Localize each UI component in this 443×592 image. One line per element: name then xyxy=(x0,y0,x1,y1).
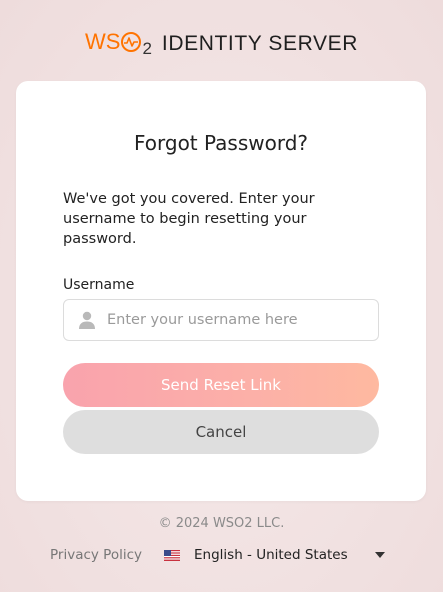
send-reset-link-button[interactable]: Send Reset Link xyxy=(63,363,379,407)
footer: Privacy Policy English - United States xyxy=(0,544,443,566)
username-input[interactable] xyxy=(107,312,378,328)
logo-product-name: IDENTITY SERVER xyxy=(161,32,359,55)
language-selector[interactable]: English - United States xyxy=(164,544,389,566)
wso2-logo: WS 2 xyxy=(85,30,152,60)
language-label: English - United States xyxy=(194,547,348,563)
page-title: Forgot Password? xyxy=(133,131,309,155)
logo-brand-letters: WS xyxy=(84,29,121,54)
logo-brand-sub: 2 xyxy=(142,39,152,58)
user-icon xyxy=(79,311,95,329)
caret-down-icon xyxy=(375,552,385,558)
page-description: We've got you covered. Enter your userna… xyxy=(63,191,315,247)
header-logo: WS 2 IDENTITY SERVER xyxy=(0,30,443,60)
copyright-text: © 2024 WSO2 LLC. xyxy=(158,516,285,531)
username-field[interactable] xyxy=(63,299,379,341)
us-flag-icon xyxy=(164,549,180,561)
logo-o-pulse-icon xyxy=(121,32,142,52)
privacy-policy-link[interactable]: Privacy Policy xyxy=(50,547,142,563)
username-label: Username xyxy=(63,277,135,293)
cancel-button[interactable]: Cancel xyxy=(63,410,379,454)
forgot-password-card: Forgot Password? We've got you covered. … xyxy=(16,81,426,501)
